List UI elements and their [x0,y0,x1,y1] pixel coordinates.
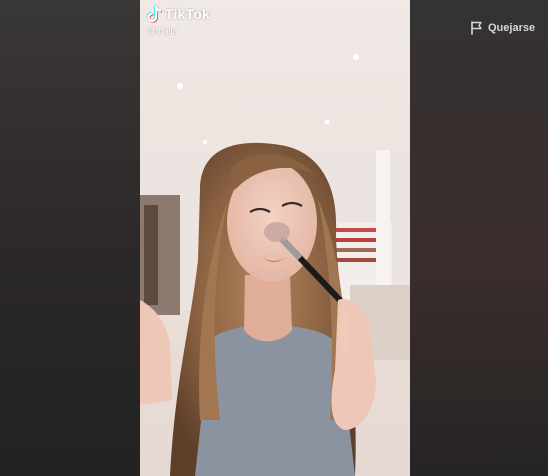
tiktok-brand[interactable]: TikTok [146,5,210,23]
video-still-image [140,0,410,476]
blurred-backdrop-right [410,0,548,476]
video-frame[interactable] [140,0,410,476]
report-button[interactable]: Quejarse [470,21,535,35]
blurred-backdrop-left [0,0,140,476]
tiktok-note-icon [146,5,162,23]
tiktok-wordmark: TikTok [165,6,211,22]
creator-handle-link[interactable]: @thalia [147,26,178,36]
report-label: Quejarse [488,22,536,34]
flag-icon [470,21,483,35]
tiktok-embed-player: TikTok @thalia Quejarse [0,0,548,476]
